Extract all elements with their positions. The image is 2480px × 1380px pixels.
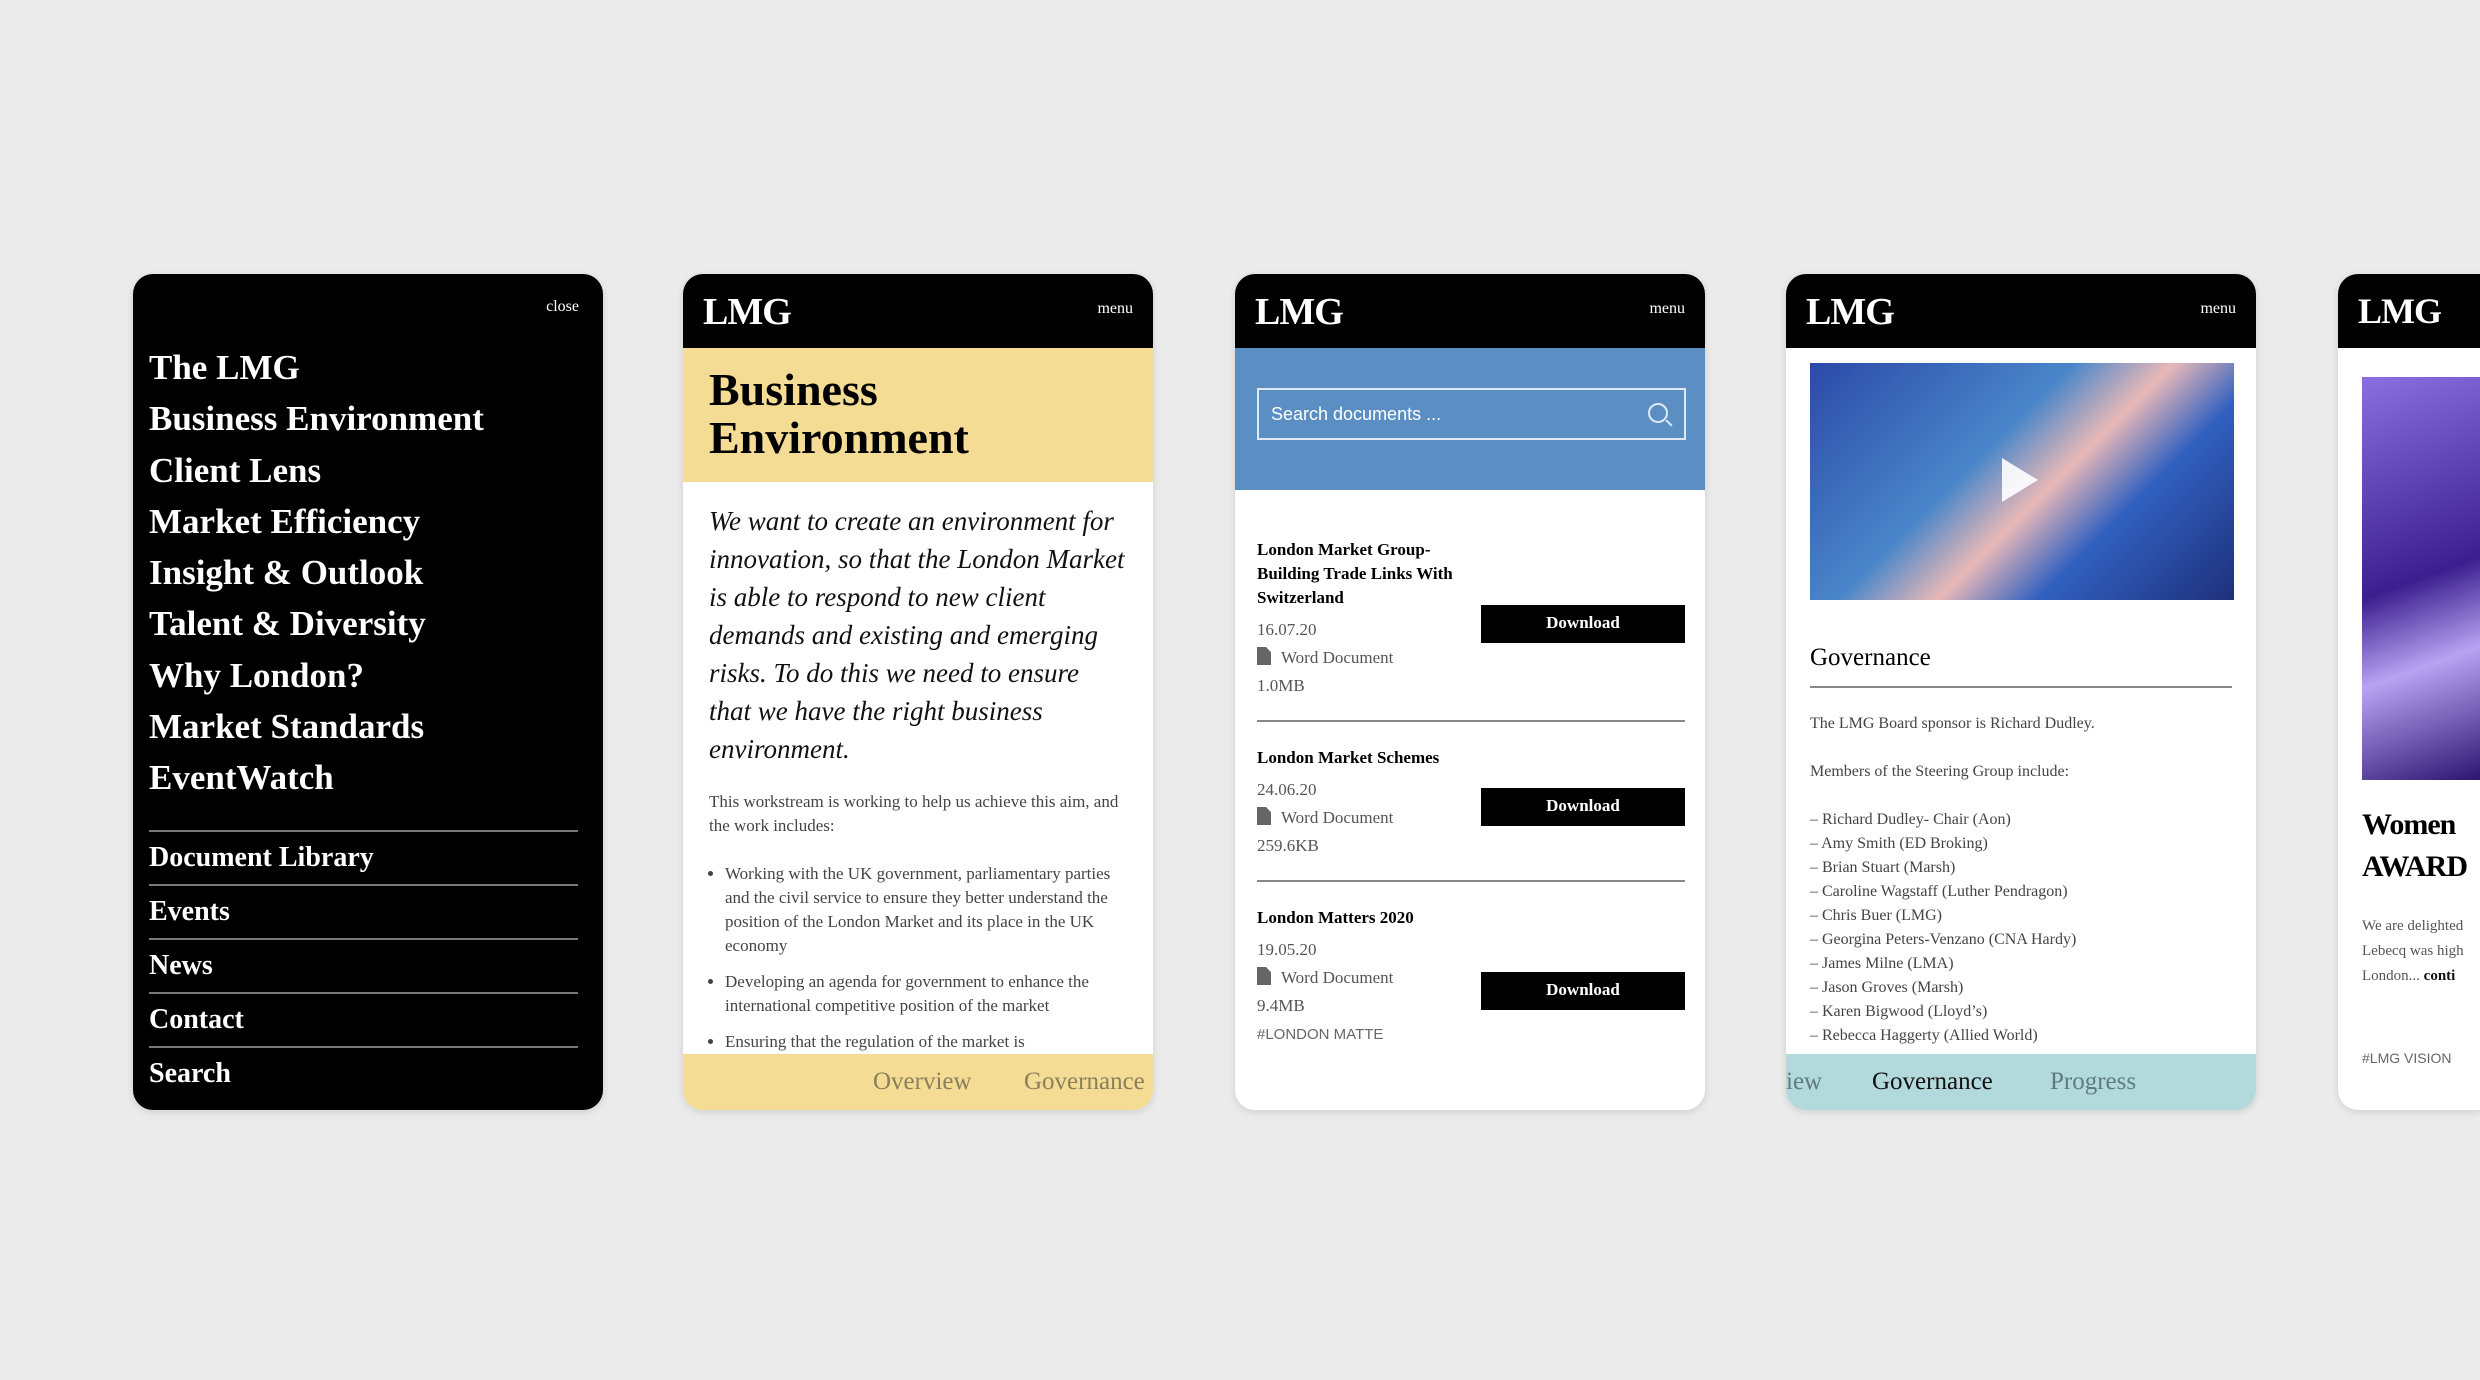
header: LMG menu [1786, 274, 2256, 348]
logo[interactable]: LMG [1255, 290, 1344, 334]
document-type: Word Document [1281, 968, 1394, 987]
members-list: – Richard Dudley- Chair (Aon) – Amy Smit… [1810, 808, 2232, 1048]
document-item: London Market Group- Building Trade Link… [1257, 490, 1685, 722]
header: LMG menu [683, 274, 1153, 348]
nav-item[interactable]: Business Environment [149, 393, 484, 444]
bullet-list: Working with the UK government, parliame… [709, 862, 1127, 1054]
nav-item[interactable]: Search [149, 1046, 578, 1100]
news-title[interactable]: Women AWARD [2362, 804, 2478, 888]
news-excerpt: We are delighted Lebecq was high London..… [2362, 914, 2478, 989]
header: LMG menu [1235, 274, 1705, 348]
title-banner: Business Environment [683, 348, 1153, 482]
play-icon[interactable] [2002, 458, 2038, 502]
menu-button[interactable]: menu [2200, 300, 2236, 318]
section-tabs: Overview Governance [683, 1054, 1153, 1110]
secondary-nav: Document Library Events News Contact Sea… [149, 830, 578, 1100]
news-title-line: AWARD [2362, 850, 2468, 883]
nav-item[interactable]: News [149, 938, 578, 992]
document-size: 1.0MB [1257, 676, 1305, 695]
nav-item[interactable]: Insight & Outlook [149, 547, 484, 598]
tab-overview[interactable]: iew [1786, 1054, 1822, 1110]
list-item: – James Milne (LMA) [1810, 955, 1954, 972]
list-item: Ensuring that the regulation of the mark… [725, 1030, 1127, 1054]
nav-item[interactable]: Why London? [149, 650, 484, 701]
list-item: – Georgina Peters-Venzano (CNA Hardy) [1810, 931, 2077, 948]
nav-item[interactable]: Client Lens [149, 445, 484, 496]
tab-governance[interactable]: Governance [1872, 1054, 1993, 1110]
search-input[interactable]: Search documents ... [1257, 388, 1686, 440]
close-button[interactable]: close [546, 298, 579, 316]
document-type: Word Document [1281, 648, 1394, 667]
document-library-panel: LMG menu Search documents ... London Mark… [1235, 274, 1705, 1110]
document-item: London Market Schemes 24.06.20 Word Docu… [1257, 722, 1685, 882]
tab-progress[interactable]: Progress [2050, 1054, 2136, 1110]
nav-item[interactable]: EventWatch [149, 752, 484, 803]
list-item: Working with the UK government, parliame… [725, 862, 1127, 958]
news-image[interactable] [2362, 377, 2480, 780]
file-icon [1257, 807, 1271, 825]
document-tag[interactable]: #LONDON MATTE [1257, 1026, 1685, 1043]
excerpt-line: London... [2362, 968, 2420, 984]
sponsor-text: The LMG Board sponsor is Richard Dudley. [1810, 715, 2095, 732]
tab-overview[interactable]: Overview [873, 1054, 972, 1110]
section-heading: Governance [1810, 644, 2232, 688]
body-section: This workstream is working to help us ac… [683, 768, 1153, 1054]
excerpt-line: We are delighted [2362, 918, 2464, 934]
list-item: Developing an agenda for government to e… [725, 970, 1127, 1018]
excerpt-line: Lebecq was high [2362, 943, 2464, 959]
body-text: This workstream is working to help us ac… [709, 792, 1119, 835]
governance-panel: LMG menu Governance The LMG Board sponsor… [1786, 274, 2256, 1110]
search-banner: Search documents ... [1235, 348, 1705, 490]
nav-item[interactable]: Market Standards [149, 701, 484, 752]
search-placeholder: Search documents ... [1271, 404, 1442, 424]
download-button[interactable]: Download [1481, 605, 1685, 643]
nav-item[interactable]: Talent & Diversity [149, 598, 484, 649]
page-title: Business Environment [709, 364, 969, 463]
news-tag[interactable]: #LMG VISION [2362, 1050, 2451, 1066]
intro-text: We want to create an environment for inn… [709, 506, 1125, 764]
news-title-line: Women [2362, 808, 2456, 841]
logo[interactable]: LMG [703, 290, 792, 334]
nav-menu-panel: close The LMG Business Environment Clien… [133, 274, 603, 1110]
list-item: – Amy Smith (ED Broking) [1810, 835, 1988, 852]
file-icon [1257, 647, 1271, 665]
governance-content: Governance The LMG Board sponsor is Rich… [1810, 644, 2232, 1048]
document-size: 259.6KB [1257, 836, 1319, 855]
download-button[interactable]: Download [1481, 788, 1685, 826]
header: LMG [2338, 274, 2480, 348]
logo[interactable]: LMG [1806, 290, 1895, 334]
list-item: – Jason Groves (Marsh) [1810, 979, 1964, 996]
document-type: Word Document [1281, 808, 1394, 827]
document-date: 19.05.20 [1257, 940, 1317, 959]
menu-button[interactable]: menu [1649, 300, 1685, 318]
document-title[interactable]: London Market Group- Building Trade Link… [1257, 538, 1467, 610]
document-title[interactable]: London Matters 2020 [1257, 906, 1467, 930]
business-environment-panel: LMG menu Business Environment We want to … [683, 274, 1153, 1110]
list-item: – Richard Dudley- Chair (Aon) [1810, 811, 2011, 828]
menu-button[interactable]: menu [1097, 300, 1133, 318]
list-item: – Chris Buer (LMG) [1810, 907, 1942, 924]
section-tabs: iew Governance Progress [1786, 1054, 2256, 1110]
nav-item[interactable]: Market Efficiency [149, 496, 484, 547]
document-item: London Matters 2020 19.05.20 Word Docume… [1257, 882, 1685, 1063]
tab-governance[interactable]: Governance [1024, 1054, 1145, 1110]
file-icon [1257, 967, 1271, 985]
nav-item[interactable]: Events [149, 884, 578, 938]
nav-item[interactable]: Document Library [149, 830, 578, 884]
news-panel: LMG Women AWARD We are delighted Lebecq wa… [2338, 274, 2480, 1110]
members-intro: Members of the Steering Group include: [1810, 763, 2070, 780]
search-icon[interactable] [1648, 403, 1668, 423]
download-button[interactable]: Download [1481, 972, 1685, 1010]
nav-item[interactable]: The LMG [149, 342, 484, 393]
main-nav: The LMG Business Environment Client Lens… [149, 342, 484, 804]
list-item: – Brian Stuart (Marsh) [1810, 859, 1956, 876]
list-item: – Karen Bigwood (Lloyd’s) [1810, 1003, 1988, 1020]
nav-item[interactable]: Contact [149, 992, 578, 1046]
list-item: – Rebecca Haggerty (Allied World) [1810, 1027, 2038, 1044]
video-thumbnail[interactable] [1810, 363, 2234, 600]
document-title[interactable]: London Market Schemes [1257, 746, 1517, 770]
continue-link[interactable]: conti [2424, 968, 2456, 984]
list-item: – Caroline Wagstaff (Luther Pendragon) [1810, 883, 2068, 900]
logo[interactable]: LMG [2358, 290, 2442, 332]
